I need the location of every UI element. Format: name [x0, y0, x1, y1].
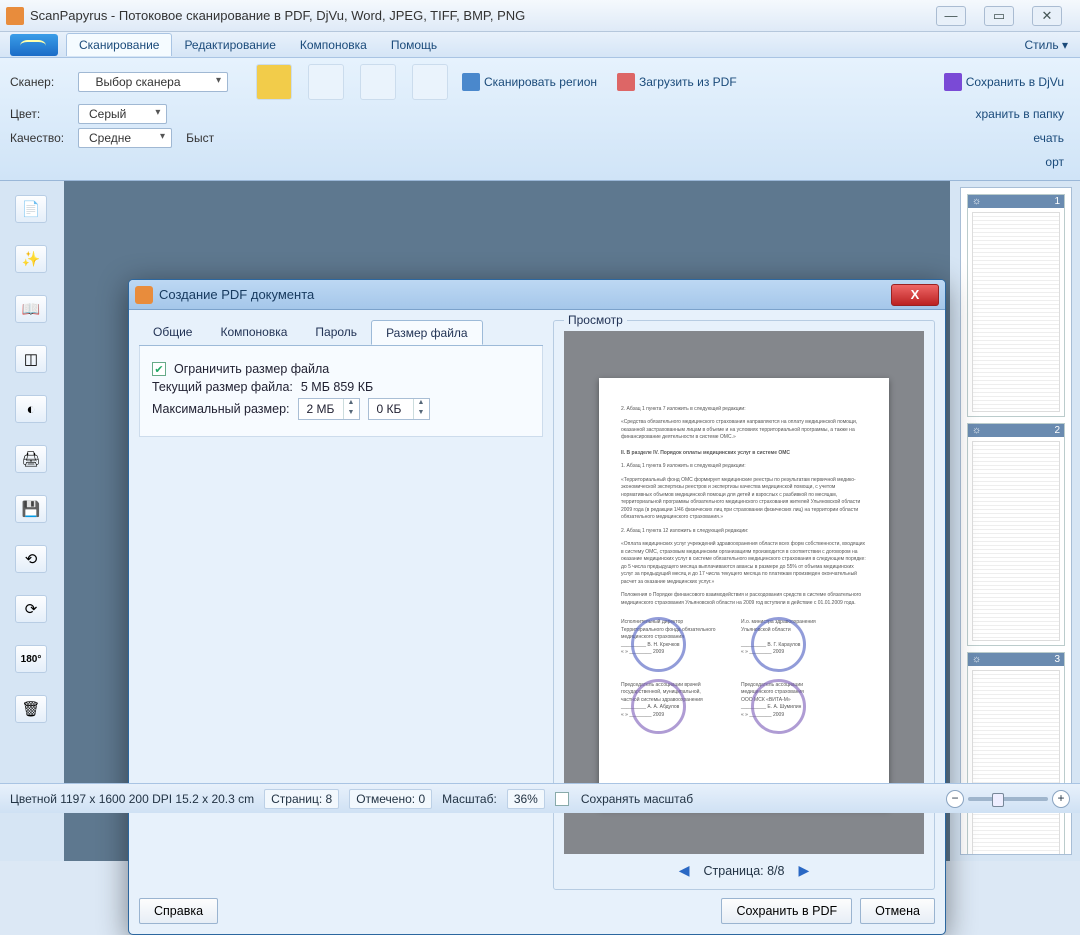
tab-help[interactable]: Помощь [379, 34, 449, 56]
keep-zoom-label: Сохранять масштаб [581, 792, 693, 806]
pdf-dialog: Создание PDF документа X Общие Компоновк… [128, 279, 946, 935]
dialog-tabs: Общие Компоновка Пароль Размер файла [139, 320, 543, 346]
help-button[interactable]: Справка [139, 898, 218, 924]
preview-label: Просмотр [564, 313, 627, 327]
tab-general[interactable]: Общие [139, 320, 206, 345]
style-dropdown[interactable]: Стиль ▾ [1025, 38, 1080, 52]
cancel-button[interactable]: Отмена [860, 898, 935, 924]
limit-size-checkbox[interactable]: ✔ [152, 362, 166, 376]
status-pages: Страниц: 8 [264, 789, 339, 809]
scan-button-3[interactable] [360, 64, 396, 100]
zoom-label: Масштаб: [442, 792, 497, 806]
tab-layout[interactable]: Компоновка [288, 34, 379, 56]
djvu-icon [944, 73, 962, 91]
status-info: Цветной 1197 x 1600 200 DPI 15.2 x 20.3 … [10, 792, 254, 806]
current-size-label: Текущий размер файла: [152, 380, 293, 394]
preview-page-paper: 2. Абзац 1 пункта 7 изложить в следующей… [599, 378, 889, 808]
page-indicator: Страница: 8/8 [704, 864, 785, 878]
preview-nav: ◀ Страница: 8/8 ▶ [564, 862, 924, 879]
max-size-label: Максимальный размер: [152, 402, 290, 416]
dialog-titlebar: Создание PDF документа X [129, 280, 945, 310]
export-button[interactable]: орт [1039, 152, 1070, 172]
scan-button-2[interactable] [308, 64, 344, 100]
dialog-close-button[interactable]: X [891, 284, 939, 306]
scan-region-button[interactable]: Сканировать регион [456, 70, 603, 94]
limit-size-label: Ограничить размер файла [174, 362, 329, 376]
scanner-label: Сканер: [10, 75, 70, 89]
current-size-value: 5 МБ 859 КБ [301, 380, 373, 394]
quality-combo[interactable]: Средне [78, 128, 172, 148]
window-title: ScanPapyrus - Потоковое сканирование в P… [30, 8, 936, 23]
preview-viewport: 2. Абзац 1 пункта 7 изложить в следующей… [564, 331, 924, 854]
zoom-value[interactable]: 36% [507, 789, 545, 809]
ribbon-body: Сканер: Выбор сканера Сканировать регион… [0, 58, 1080, 181]
tab-scan[interactable]: Сканирование [66, 33, 172, 56]
next-page-button[interactable]: ▶ [798, 862, 809, 879]
load-pdf-button[interactable]: Загрузить из PDF [611, 70, 743, 94]
tab-filesize[interactable]: Размер файла [371, 320, 483, 345]
zoom-in-button[interactable]: + [1052, 790, 1070, 808]
max-kb-spinner[interactable]: 0 КБ▲▼ [368, 398, 430, 420]
scan-timer-button[interactable] [412, 64, 448, 100]
color-label: Цвет: [10, 107, 70, 121]
tab-edit[interactable]: Редактирование [172, 34, 287, 56]
app-icon [6, 7, 24, 25]
quick-label: Быст [186, 131, 214, 145]
keep-zoom-checkbox[interactable] [555, 792, 569, 806]
save-djvu-button[interactable]: Сохранить в DjVu [938, 70, 1070, 94]
app-menu-button[interactable] [10, 34, 58, 56]
tab-password[interactable]: Пароль [301, 320, 371, 345]
zoom-slider[interactable] [968, 797, 1048, 801]
pdf-in-icon [617, 73, 635, 91]
scan-button-1[interactable] [256, 64, 292, 100]
zoom-out-button[interactable]: − [946, 790, 964, 808]
main-titlebar: ScanPapyrus - Потоковое сканирование в P… [0, 0, 1080, 32]
print-button[interactable]: ечать [1027, 128, 1070, 148]
save-folder-button[interactable]: хранить в папку [969, 104, 1070, 124]
content-area: 📄 ✨ 📖 ◫ ◐ 🖨 💾 ⟲ ⟳ 180° 🗑 ☼1 ☼2 ☼3 Созд [0, 181, 1080, 861]
save-pdf-button[interactable]: Сохранить в PDF [721, 898, 852, 924]
dialog-tab-content: ✔ Ограничить размер файла Текущий размер… [139, 346, 543, 437]
color-combo[interactable]: Серый [78, 104, 167, 124]
maximize-button[interactable]: ▭ [984, 6, 1014, 26]
dialog-icon [135, 286, 153, 304]
ribbon-tabs: Сканирование Редактирование Компоновка П… [0, 32, 1080, 58]
minimize-button[interactable]: — [936, 6, 966, 26]
quality-label: Качество: [10, 131, 70, 145]
max-mb-spinner[interactable]: 2 МБ▲▼ [298, 398, 360, 420]
dialog-title: Создание PDF документа [159, 287, 891, 302]
region-icon [462, 73, 480, 91]
close-button[interactable]: ✕ [1032, 6, 1062, 26]
scanner-combo[interactable]: Выбор сканера [78, 72, 228, 92]
prev-page-button[interactable]: ◀ [679, 862, 690, 879]
tab-layout[interactable]: Компоновка [206, 320, 301, 345]
statusbar: Цветной 1197 x 1600 200 DPI 15.2 x 20.3 … [0, 783, 1080, 813]
modal-backdrop: Создание PDF документа X Общие Компоновк… [0, 181, 1080, 861]
status-marked: Отмечено: 0 [349, 789, 432, 809]
